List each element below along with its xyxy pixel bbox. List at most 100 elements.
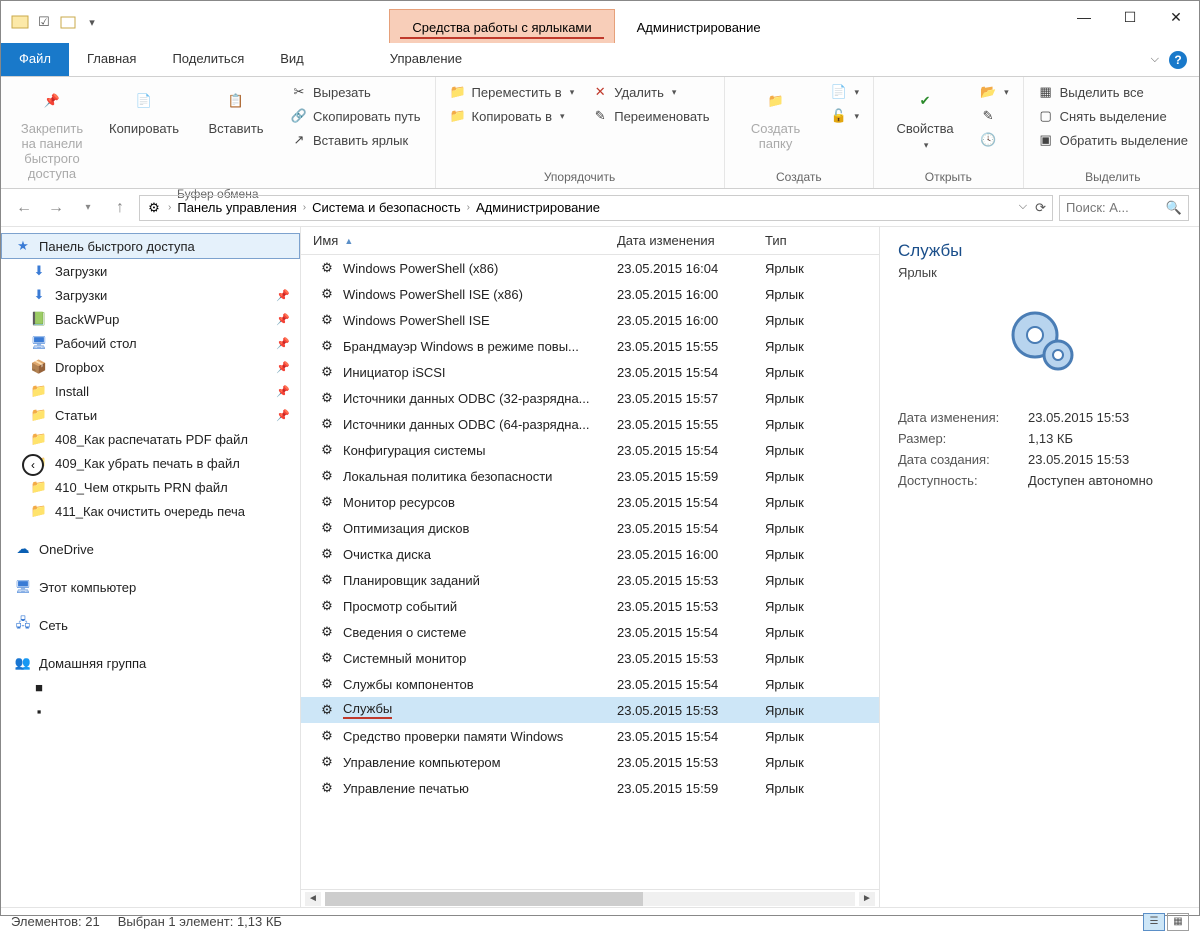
file-row[interactable]: ⚙Планировщик заданий23.05.2015 15:53Ярлы… bbox=[301, 567, 879, 593]
qat-dropdown-icon[interactable]: ▾ bbox=[83, 13, 101, 31]
file-row[interactable]: ⚙Windows PowerShell ISE23.05.2015 16:00Я… bbox=[301, 307, 879, 333]
tree-quick-access[interactable]: ★ Панель быстрого доступа bbox=[1, 233, 300, 259]
breadcrumb-item[interactable]: Система и безопасность bbox=[312, 200, 461, 215]
new-item-icon: 📄 bbox=[831, 84, 847, 100]
properties-button[interactable]: ✔Свойства▾ bbox=[882, 81, 968, 155]
file-row[interactable]: ⚙Windows PowerShell ISE (x86)23.05.2015 … bbox=[301, 281, 879, 307]
file-row[interactable]: ⚙Системный монитор23.05.2015 15:53Ярлык bbox=[301, 645, 879, 671]
search-input[interactable]: Поиск: А... 🔍 bbox=[1059, 195, 1189, 221]
file-row[interactable]: ⚙Монитор ресурсов23.05.2015 15:54Ярлык bbox=[301, 489, 879, 515]
file-row[interactable]: ⚙Источники данных ODBC (32-разрядна...23… bbox=[301, 385, 879, 411]
shortcut-file-icon: ⚙ bbox=[319, 650, 335, 666]
open-button[interactable]: 📂▾ bbox=[974, 81, 1015, 103]
view-icons-button[interactable]: ▦ bbox=[1167, 913, 1189, 931]
file-row[interactable]: ⚙Управление компьютером23.05.2015 15:53Я… bbox=[301, 749, 879, 775]
horizontal-scrollbar[interactable]: ◄ ► bbox=[301, 889, 879, 907]
list-header[interactable]: Имя▲ Дата изменения Тип bbox=[301, 227, 879, 255]
chevron-down-icon[interactable]: ⌵ bbox=[1019, 200, 1027, 216]
tree-item[interactable]: 📁410_Чем открыть PRN файл bbox=[1, 475, 300, 499]
nav-tree[interactable]: ★ Панель быстрого доступа ⬇Загрузки⬇Загр… bbox=[1, 227, 301, 907]
file-row[interactable]: ⚙Конфигурация системы23.05.2015 15:54Ярл… bbox=[301, 437, 879, 463]
tree-onedrive[interactable]: ☁OneDrive bbox=[1, 537, 300, 561]
context-tab[interactable]: Средства работы с ярлыками bbox=[389, 9, 614, 43]
tab-manage[interactable]: Управление bbox=[372, 43, 480, 76]
shortcut-file-icon: ⚙ bbox=[319, 754, 335, 770]
tree-item[interactable]: 📁Статьи📌 bbox=[1, 403, 300, 427]
file-row[interactable]: ⚙Службы23.05.2015 15:53Ярлык bbox=[301, 697, 879, 723]
view-details-button[interactable]: ☰ bbox=[1143, 913, 1165, 931]
col-name[interactable]: Имя▲ bbox=[301, 233, 617, 248]
file-row[interactable]: ⚙Средство проверки памяти Windows23.05.2… bbox=[301, 723, 879, 749]
tree-item[interactable]: ⬇Загрузки📌 bbox=[1, 283, 300, 307]
move-to-button[interactable]: 📁Переместить в▾ bbox=[444, 81, 581, 103]
maximize-button[interactable]: ☐ bbox=[1107, 1, 1153, 33]
copy-to-button[interactable]: 📁Копировать в▾ bbox=[444, 105, 581, 127]
tree-homegroup[interactable]: 👥Домашняя группа bbox=[1, 651, 300, 675]
tree-item[interactable]: 📗BackWPup📌 bbox=[1, 307, 300, 331]
col-type[interactable]: Тип bbox=[765, 233, 845, 248]
tree-item[interactable]: 📦Dropbox📌 bbox=[1, 355, 300, 379]
cut-button[interactable]: ✂Вырезать bbox=[285, 81, 427, 103]
file-row[interactable]: ⚙Источники данных ODBC (64-разрядна...23… bbox=[301, 411, 879, 437]
breadcrumb-item[interactable]: Администрирование bbox=[476, 200, 600, 215]
forward-button[interactable]: → bbox=[43, 195, 69, 221]
rename-button[interactable]: ✎Переименовать bbox=[586, 105, 715, 127]
new-item-button[interactable]: 📄▾ bbox=[825, 81, 866, 103]
edit-button[interactable]: ✎ bbox=[974, 105, 1015, 127]
gear-large-icon bbox=[1000, 300, 1080, 380]
file-row[interactable]: ⚙Управление печатью23.05.2015 15:59Ярлык bbox=[301, 775, 879, 801]
scroll-thumb[interactable] bbox=[325, 892, 643, 906]
tree-item[interactable]: 📁411_Как очистить очередь печа bbox=[1, 499, 300, 523]
pin-button[interactable]: 📌Закрепить на панели быстрого доступа bbox=[9, 81, 95, 185]
file-row[interactable]: ⚙Брандмауэр Windows в режиме повы...23.0… bbox=[301, 333, 879, 359]
scroll-left-icon[interactable]: ◄ bbox=[305, 892, 321, 906]
invert-button[interactable]: ▣Обратить выделение bbox=[1032, 129, 1194, 151]
new-folder-qat-icon[interactable] bbox=[59, 13, 77, 31]
file-row[interactable]: ⚙Сведения о системе23.05.2015 15:54Ярлык bbox=[301, 619, 879, 645]
tree-item[interactable]: ⬇Загрузки bbox=[1, 259, 300, 283]
tree-this-pc[interactable]: 🖥Этот компьютер bbox=[1, 575, 300, 599]
tab-file[interactable]: Файл bbox=[1, 43, 69, 76]
paste-shortcut-button[interactable]: ↗Вставить ярлык bbox=[285, 129, 427, 151]
tab-share[interactable]: Поделиться bbox=[154, 43, 262, 76]
history-button[interactable]: 🕓 bbox=[974, 129, 1015, 151]
copy-button[interactable]: 📄Копировать bbox=[101, 81, 187, 140]
refresh-icon[interactable]: ⟳ bbox=[1035, 200, 1046, 216]
file-row[interactable]: ⚙Локальная политика безопасности23.05.20… bbox=[301, 463, 879, 489]
scroll-right-icon[interactable]: ► bbox=[859, 892, 875, 906]
select-none-button[interactable]: ▢Снять выделение bbox=[1032, 105, 1194, 127]
help-icon[interactable]: ? bbox=[1169, 51, 1187, 69]
file-row[interactable]: ⚙Просмотр событий23.05.2015 15:53Ярлык bbox=[301, 593, 879, 619]
paste-button[interactable]: 📋Вставить bbox=[193, 81, 279, 140]
back-button[interactable]: ← bbox=[11, 195, 37, 221]
file-row[interactable]: ⚙Инициатор iSCSI23.05.2015 15:54Ярлык bbox=[301, 359, 879, 385]
up-button[interactable]: ↑ bbox=[107, 195, 133, 221]
recent-dropdown[interactable]: ▾ bbox=[75, 195, 101, 221]
tree-item[interactable]: 📁408_Как распечатать PDF файл bbox=[1, 427, 300, 451]
tree-item[interactable]: 📁409_Как убрать печать в файл bbox=[1, 451, 300, 475]
file-row[interactable]: ⚙Очистка диска23.05.2015 16:00Ярлык bbox=[301, 541, 879, 567]
copy-path-button[interactable]: 🔗Скопировать путь bbox=[285, 105, 427, 127]
tab-view[interactable]: Вид bbox=[262, 43, 322, 76]
new-folder-button[interactable]: 📁Создать папку bbox=[733, 81, 819, 155]
tab-home[interactable]: Главная bbox=[69, 43, 154, 76]
col-date[interactable]: Дата изменения bbox=[617, 233, 765, 248]
collapse-ribbon-icon[interactable]: ⌵ bbox=[1151, 53, 1159, 66]
file-row[interactable]: ⚙Оптимизация дисков23.05.2015 15:54Ярлык bbox=[301, 515, 879, 541]
tree-item[interactable]: ▪ bbox=[1, 699, 300, 723]
tree-item[interactable]: ■ bbox=[1, 675, 300, 699]
file-row[interactable]: ⚙Windows PowerShell (x86)23.05.2015 16:0… bbox=[301, 255, 879, 281]
tree-item[interactable]: 🖥Рабочий стол📌 bbox=[1, 331, 300, 355]
file-row[interactable]: ⚙Службы компонентов23.05.2015 15:54Ярлык bbox=[301, 671, 879, 697]
tree-network[interactable]: 🖧Сеть bbox=[1, 613, 300, 637]
close-button[interactable]: ✕ bbox=[1153, 1, 1199, 33]
minimize-button[interactable]: — bbox=[1061, 1, 1107, 33]
delete-button[interactable]: ✕Удалить▾ bbox=[586, 81, 715, 103]
easy-access-button[interactable]: 🔓▾ bbox=[825, 105, 866, 127]
breadcrumb[interactable]: ⚙ › Панель управления › Система и безопа… bbox=[139, 195, 1053, 221]
properties-qat-icon[interactable]: ☑ bbox=[35, 13, 53, 31]
breadcrumb-item[interactable]: Панель управления bbox=[177, 200, 296, 215]
tree-item[interactable]: 📁Install📌 bbox=[1, 379, 300, 403]
select-all-button[interactable]: ▦Выделить все bbox=[1032, 81, 1194, 103]
back-overlay-icon[interactable]: ‹ bbox=[22, 454, 44, 476]
